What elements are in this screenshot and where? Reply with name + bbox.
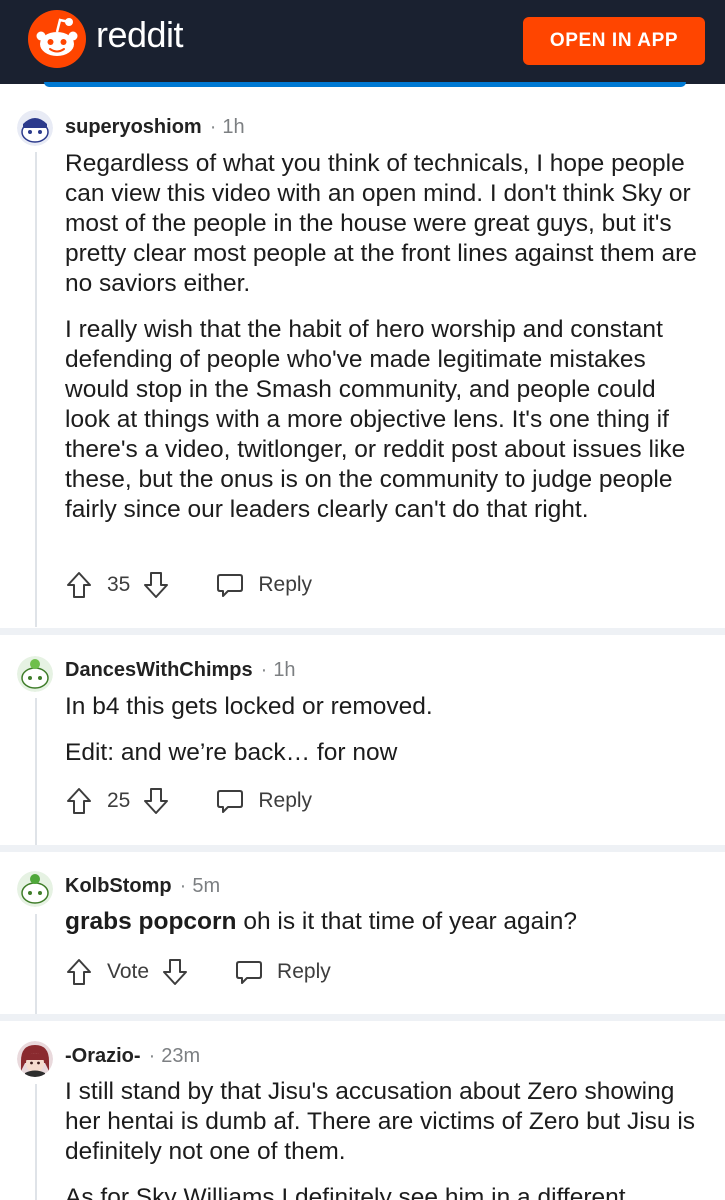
reply-icon	[217, 574, 244, 597]
reply-button[interactable]: Reply	[216, 787, 312, 815]
comment-meta: DancesWithChimps · 1h	[65, 659, 296, 682]
reply-button[interactable]: Reply	[216, 571, 312, 599]
comment-divider	[0, 845, 725, 852]
comment-body: I still stand by that Jisu's accusation …	[65, 1077, 705, 1200]
progress-indicator	[44, 82, 686, 87]
reply-icon	[217, 790, 244, 813]
vote-score: 35	[107, 573, 131, 596]
meta-separator: ·	[209, 116, 217, 138]
comment-actions: 35 Reply	[65, 570, 312, 600]
vote-score: 25	[107, 789, 131, 812]
comment-username[interactable]: DancesWithChimps	[65, 659, 253, 682]
comment-paragraph: Regardless of what you think of technica…	[65, 150, 697, 297]
comment-divider	[0, 1014, 725, 1021]
comment-body: In b4 this gets locked or removed. Edit:…	[65, 692, 705, 768]
comment-paragraph: grabs popcorn oh is it that time of year…	[65, 907, 705, 937]
reply-label: Reply	[277, 960, 331, 983]
thread-line[interactable]	[35, 698, 37, 846]
comment-time: 1h	[222, 116, 245, 138]
upvote-icon[interactable]	[65, 957, 93, 987]
meta-separator: ·	[148, 1045, 156, 1067]
comment-meta: KolbStomp · 5m	[65, 875, 220, 898]
reddit-logo-icon[interactable]	[28, 10, 86, 68]
upvote-icon[interactable]	[65, 786, 93, 816]
comment-time: 5m	[192, 875, 221, 897]
comment-actions: 25 Reply	[65, 786, 312, 816]
open-in-app-button[interactable]: OPEN IN APP	[523, 17, 705, 65]
thread-line[interactable]	[35, 1084, 37, 1200]
snoo-blue-avatar-icon[interactable]	[17, 110, 53, 146]
bold-lead: grabs popcorn	[65, 908, 237, 935]
comment-paragraph: I still stand by that Jisu's accusation …	[65, 1078, 696, 1165]
downvote-icon[interactable]	[142, 570, 170, 600]
comment-body: grabs popcorn oh is it that time of year…	[65, 907, 705, 937]
reply-label: Reply	[258, 573, 313, 596]
comment-actions: Vote Reply	[65, 957, 331, 987]
comment-time: 1h	[273, 659, 296, 681]
comment-paragraph: Edit: and we’re back… for now	[65, 739, 398, 766]
comment-paragraph: As for Sky Williams I definitely see him…	[65, 1184, 626, 1200]
snoo-green-avatar-icon[interactable]	[17, 871, 53, 907]
thread-line[interactable]	[35, 152, 37, 627]
upvote-icon[interactable]	[65, 570, 93, 600]
thread-line[interactable]	[35, 914, 37, 1014]
comment-time: 23m	[161, 1045, 201, 1067]
downvote-icon[interactable]	[161, 957, 189, 987]
brand-wordmark[interactable]: reddit	[96, 14, 184, 56]
comment-paragraph: In b4 this gets locked or removed.	[65, 693, 433, 720]
reply-label: Reply	[258, 789, 313, 812]
comment-paragraph: I really wish that the habit of hero wor…	[65, 316, 686, 523]
comment-body: Regardless of what you think of technica…	[65, 149, 705, 525]
comment-username[interactable]: KolbStomp	[65, 875, 172, 898]
snoo-green-avatar-icon[interactable]	[17, 656, 53, 692]
meta-separator: ·	[179, 875, 187, 897]
comment-divider	[0, 628, 725, 635]
comment-meta: superyoshiom · 1h	[65, 116, 245, 139]
comment-text: oh is it that time of year again?	[236, 908, 577, 935]
comment-username[interactable]: -Orazio-	[65, 1045, 141, 1068]
vote-label: Vote	[107, 960, 150, 983]
top-app-bar: reddit OPEN IN APP	[0, 0, 725, 84]
meta-separator: ·	[260, 659, 268, 681]
comment-meta: -Orazio- · 23m	[65, 1045, 200, 1068]
downvote-icon[interactable]	[142, 786, 170, 816]
comment-username[interactable]: superyoshiom	[65, 116, 202, 139]
reply-button[interactable]: Reply	[235, 958, 331, 986]
anime-avatar-icon[interactable]	[17, 1041, 53, 1077]
reply-icon	[236, 961, 263, 984]
